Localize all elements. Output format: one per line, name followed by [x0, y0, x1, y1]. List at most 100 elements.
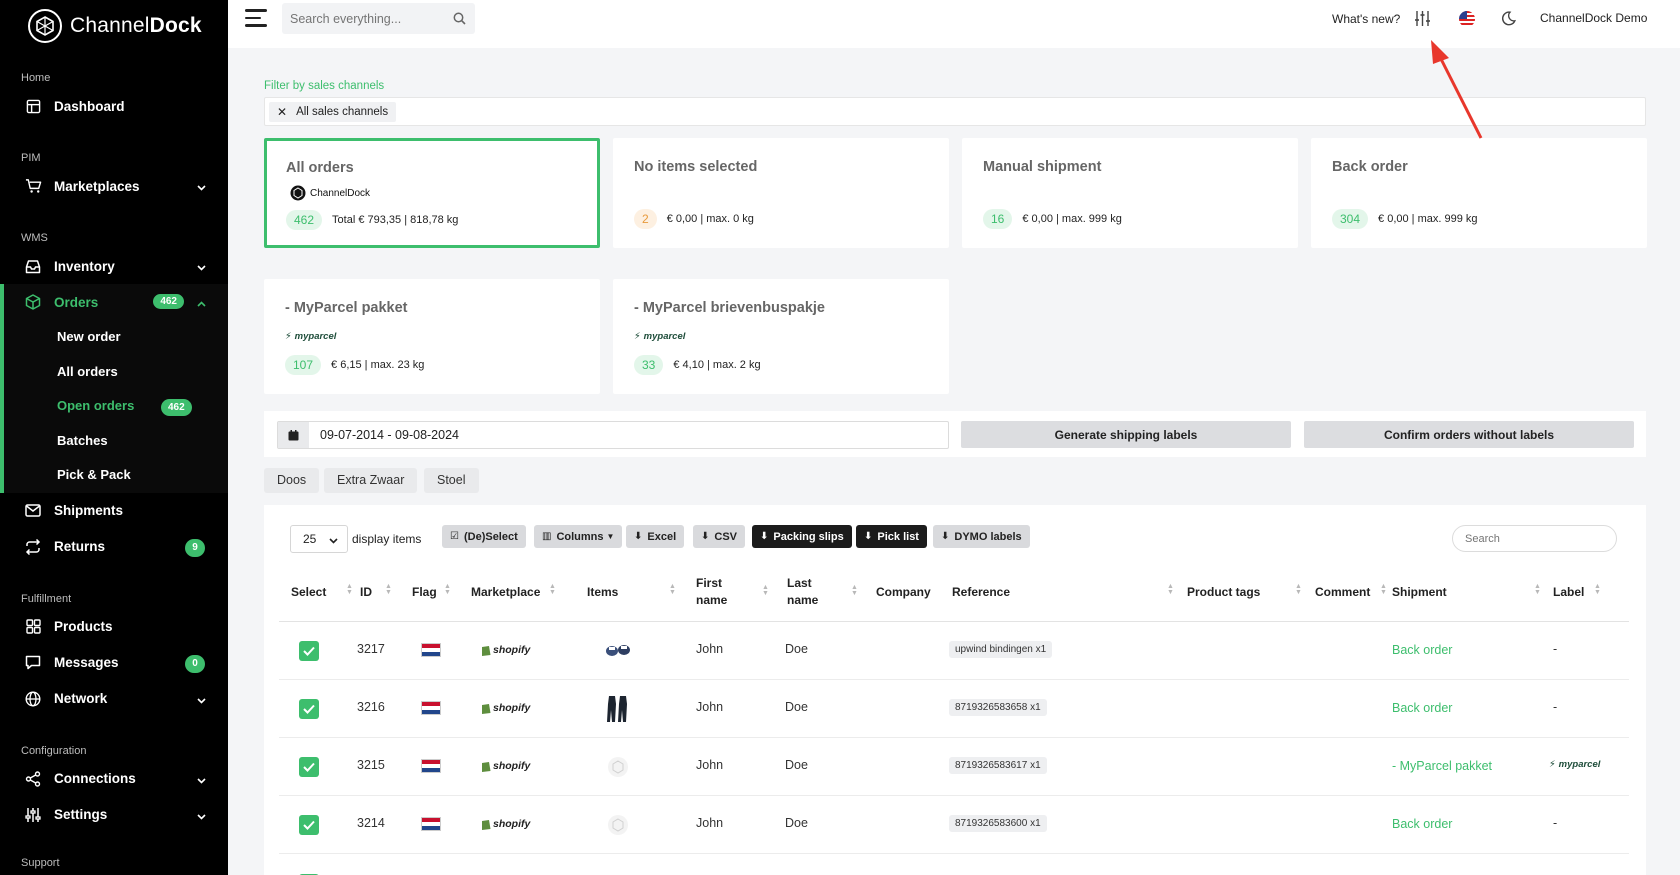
card-stat-text: € 0,00 | max. 999 kg [1022, 213, 1122, 225]
card-stats: 2 € 0,00 | max. 0 kg [634, 209, 754, 229]
close-icon[interactable]: ✕ [277, 105, 287, 119]
deselect-button[interactable]: ☑ (De)Select [442, 525, 526, 548]
search-icon[interactable] [453, 12, 466, 28]
csv-export-button[interactable]: ⬇ CSV [693, 525, 746, 548]
table-row[interactable]: 3216 shopify John Doe 8719326583658 x1 B… [279, 680, 1629, 738]
sidebar-item-settings[interactable]: Settings [0, 797, 228, 833]
card-stat-text: € 4,10 | max. 2 kg [673, 359, 761, 371]
table-row[interactable]: 3214 shopify John Doe 8719326583600 x1 B… [279, 796, 1629, 854]
us-flag-icon[interactable] [1459, 11, 1475, 27]
packing-slips-button[interactable]: ⬇ Packing slips [752, 525, 852, 548]
first-name: John [696, 700, 724, 714]
card-back-order[interactable]: Back order 304 € 0,00 | max. 999 kg [1311, 138, 1647, 248]
menu-toggle-icon[interactable] [245, 9, 267, 27]
wetsuit-product-image[interactable] [603, 694, 633, 724]
app-logo[interactable]: ChannelDock [0, 0, 228, 52]
card-manual-shipment[interactable]: Manual shipment 16 € 0,00 | max. 999 kg [962, 138, 1298, 248]
filter-chip[interactable]: ✕ All sales channels [269, 102, 397, 122]
sidebar-item-label: Settings [54, 807, 108, 823]
cart-icon [24, 177, 42, 195]
sidebar-item-batches[interactable]: Batches [4, 424, 228, 459]
tag-filter-stoel[interactable]: Stoel [424, 468, 479, 493]
column-header-last-name[interactable]: Last name ▲ ▼ [787, 575, 858, 609]
placeholder-image-icon[interactable] [603, 752, 633, 782]
column-header-reference[interactable]: Reference ▲ ▼ [952, 583, 1174, 601]
table-row-partial[interactable] [279, 854, 1629, 875]
sidebar-item-returns[interactable]: Returns 9 [0, 529, 228, 565]
calendar-icon[interactable] [278, 422, 309, 448]
shipment-link[interactable]: Back order [1392, 817, 1452, 831]
placeholder-image-icon[interactable] [603, 810, 633, 840]
sidebar-item-dashboard[interactable]: Dashboard [0, 88, 228, 124]
card-no-items-selected[interactable]: No items selected 2 € 0,00 | max. 0 kg [613, 138, 949, 248]
shipment-link[interactable]: Back order [1392, 643, 1452, 657]
column-header-items[interactable]: Items ▲ ▼ [587, 583, 676, 601]
sidebar-item-inventory[interactable]: Inventory [0, 248, 228, 284]
main-content: Filter by sales channels ✕ All sales cha… [228, 48, 1680, 875]
sidebar-item-pick-pack[interactable]: Pick & Pack [4, 458, 228, 493]
sidebar-item-products[interactable]: Products [0, 609, 228, 645]
sidebar-item-orders[interactable]: Orders 462 [0, 284, 228, 320]
sidebar-item-network[interactable]: Network [0, 681, 228, 717]
excel-export-button[interactable]: ⬇ Excel [626, 525, 685, 548]
reference-tag: 8719326583617 x1 [949, 757, 1047, 774]
table-search-input[interactable] [1453, 526, 1593, 551]
row-checkbox[interactable] [299, 757, 319, 777]
download-icon: ⬇ [760, 531, 769, 542]
column-header-label[interactable]: Label ▲ ▼ [1553, 583, 1601, 601]
column-header-company[interactable]: Company [876, 584, 931, 601]
whats-new-link[interactable]: What's new? [1332, 12, 1400, 26]
card-all-orders[interactable]: All orders ChannelDock 462 Total € 793,3… [264, 138, 600, 248]
order-id[interactable]: 3217 [357, 642, 385, 656]
bindings-product-image[interactable] [603, 636, 633, 666]
column-header-comment[interactable]: Comment ▲ ▼ [1315, 583, 1387, 601]
moon-icon[interactable] [1501, 11, 1516, 29]
sidebar-item-new-order[interactable]: New order [4, 320, 228, 355]
sidebar-item-marketplaces[interactable]: Marketplaces [0, 168, 228, 204]
pick-list-button[interactable]: ⬇ Pick list [856, 525, 927, 548]
table-row[interactable]: 3215 shopify John Doe 8719326583617 x1 -… [279, 738, 1629, 796]
column-header-select[interactable]: Select ▲ ▼ [291, 583, 353, 601]
column-header-flag[interactable]: Flag ▲ ▼ [412, 583, 451, 601]
section-fulfillment: Fulfillment [21, 592, 72, 605]
sidebar-item-connections[interactable]: Connections [0, 761, 228, 797]
sidebar-item-open-orders[interactable]: Open orders 462 [4, 389, 228, 424]
tag-filter-extra-zwaar[interactable]: Extra Zwaar [324, 468, 418, 493]
sliders-icon[interactable] [1414, 10, 1431, 30]
table-row[interactable]: 3217 shopify John Doe upwind bindingen x… [279, 622, 1629, 680]
column-header-product-tags[interactable]: Product tags ▲ ▼ [1187, 583, 1302, 601]
row-checkbox[interactable] [299, 815, 319, 835]
count-pill: 16 [983, 209, 1013, 229]
column-header-marketplace[interactable]: Marketplace ▲ ▼ [471, 583, 556, 601]
row-checkbox[interactable] [299, 699, 319, 719]
sidebar-item-all-orders[interactable]: All orders [4, 355, 228, 390]
global-search-input[interactable] [282, 3, 442, 34]
myparcel-label-logo[interactable]: ⚡ myparcel [1549, 759, 1600, 770]
chevron-down-icon [197, 692, 206, 707]
row-checkbox[interactable] [299, 641, 319, 661]
grid-icon [24, 618, 42, 636]
sidebar-item-shipments[interactable]: Shipments [0, 493, 228, 529]
column-header-shipment[interactable]: Shipment ▲ ▼ [1392, 583, 1541, 601]
column-header-first-name[interactable]: First name ▲ ▼ [696, 575, 769, 609]
order-id[interactable]: 3216 [357, 700, 385, 714]
shipment-link[interactable]: - MyParcel pakket [1392, 759, 1492, 773]
card-myparcel-brievenbuspakje[interactable]: - MyParcel brievenbuspakje ⚡ myparcel 33 … [613, 279, 949, 394]
order-id[interactable]: 3215 [357, 758, 385, 772]
order-id[interactable]: 3214 [357, 816, 385, 830]
sidebar: ChannelDock Home Dashboard PIM Marketpla… [0, 0, 228, 875]
account-menu[interactable]: ChannelDock Demo [1540, 11, 1647, 25]
confirm-orders-button[interactable]: Confirm orders without labels [1304, 421, 1634, 448]
sales-channel-filter[interactable]: ✕ All sales channels [264, 97, 1646, 126]
download-icon: ⬇ [701, 531, 710, 542]
shipment-link[interactable]: Back order [1392, 701, 1452, 715]
per-page-select[interactable]: 25 [290, 525, 348, 553]
generate-shipping-labels-button[interactable]: Generate shipping labels [961, 421, 1291, 448]
date-range-picker[interactable]: 09-07-2014 - 09-08-2024 [277, 421, 949, 449]
dymo-labels-button[interactable]: ⬇ DYMO labels [933, 525, 1030, 548]
tag-filter-doos[interactable]: Doos [264, 468, 320, 493]
card-myparcel-pakket[interactable]: - MyParcel pakket ⚡ myparcel 107 € 6,15 |… [264, 279, 600, 394]
column-header-id[interactable]: ID ▲ ▼ [360, 583, 392, 601]
sidebar-item-messages[interactable]: Messages 0 [0, 645, 228, 681]
columns-button[interactable]: ▥ Columns ▼ [534, 525, 623, 548]
